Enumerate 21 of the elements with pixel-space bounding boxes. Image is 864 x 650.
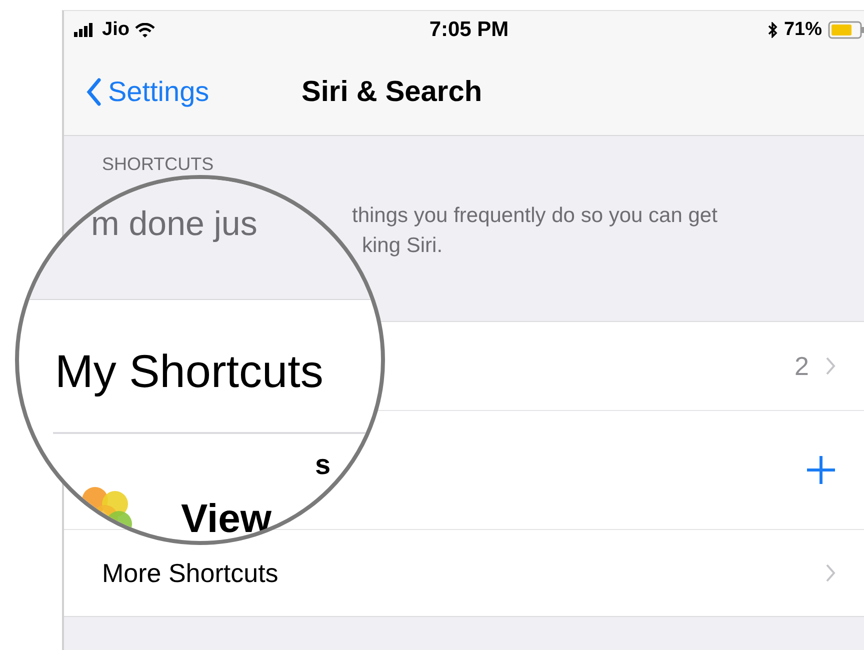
magnified-item-label: View <box>181 497 272 541</box>
plus-icon[interactable] <box>806 455 836 485</box>
row-count: 2 <box>794 350 809 382</box>
chevron-left-icon <box>86 78 102 106</box>
status-time: 7:05 PM <box>429 18 509 42</box>
row-label: More Shortcuts <box>102 558 278 588</box>
battery-icon <box>828 21 864 39</box>
magnified-footer-text: m done jus <box>91 205 258 244</box>
battery-percent: 71% <box>784 19 822 41</box>
back-button[interactable]: Settings <box>64 76 210 108</box>
bluetooth-icon <box>768 22 778 38</box>
wifi-icon <box>135 22 156 38</box>
section-footer-text: things you frequently do so you can get <box>352 203 718 229</box>
magnified-row-label: My Shortcuts <box>55 344 324 398</box>
chevron-right-icon <box>825 356 836 376</box>
page-title: Siri & Search <box>302 76 482 108</box>
carrier-name: Jio <box>102 19 130 41</box>
magnified-text: s <box>315 449 331 481</box>
chevron-right-icon <box>825 563 836 583</box>
section-footer-text: king Siri. <box>362 233 444 259</box>
section-header: SHORTCUTS <box>102 154 215 175</box>
